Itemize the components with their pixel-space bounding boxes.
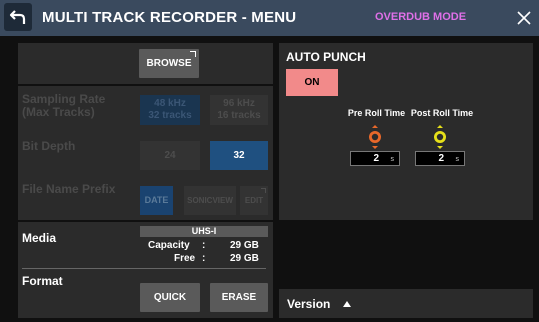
free-separator: : [202,253,206,264]
browse-button[interactable]: BROWSE [139,49,199,78]
prefix-sonicview-button[interactable]: SONICVIEW [184,186,236,215]
browse-button-label: BROWSE [146,58,192,69]
pre-roll-time-label: Pre Roll Time [347,108,406,118]
file-name-prefix-label: File Name Prefix [22,182,116,196]
post-roll-time-value-box: 2 s [415,151,465,166]
erase-format-button[interactable]: ERASE [210,283,268,312]
page-title: MULTI TRACK RECORDER - MENU [42,9,297,26]
capacity-label: Capacity [148,240,190,251]
free-value: 29 GB [230,253,259,264]
media-label: Media [22,231,57,245]
bit-depth-label: Bit Depth [22,139,76,153]
external-link-icon [261,188,266,193]
pre-roll-knob-icon[interactable] [367,125,383,149]
format-label: Format [22,274,63,288]
sampling-rate-label: Sampling Rate (Max Tracks) [22,92,106,119]
free-label: Free [174,253,196,264]
expand-up-arrow-icon [343,301,351,307]
browse-panel: BROWSE [18,43,273,84]
close-button[interactable] [510,3,538,33]
prefix-date-button[interactable]: DATE [140,186,173,215]
post-roll-knob-icon[interactable] [432,125,448,149]
post-roll-time-value: 2 [438,153,444,164]
version-panel[interactable]: Version [279,289,533,318]
post-roll-time-unit: s [455,156,460,163]
auto-punch-title: AUTO PUNCH [286,50,366,64]
post-roll-time-label: Post Roll Time [410,108,474,118]
pre-roll-time-unit: s [390,156,395,163]
prefix-edit-button[interactable]: EDIT [240,186,268,215]
overdub-mode-indicator: OVERDUB MODE [375,11,467,23]
sampling-rate-96k-button[interactable]: 96 kHz 16 tracks [210,95,268,125]
back-arrow-icon [9,10,26,24]
recording-settings-panel: Sampling Rate (Max Tracks) 48 kHz 32 tra… [18,86,273,220]
title-bar: MULTI TRACK RECORDER - MENU OVERDUB MODE [0,0,539,36]
auto-punch-on-button[interactable]: ON [286,69,338,96]
sampling-rate-48k-button[interactable]: 48 kHz 32 tracks [140,95,200,125]
close-icon [517,11,531,25]
pre-roll-time-value-box: 2 s [350,151,400,166]
auto-punch-panel: AUTO PUNCH ON Pre Roll Time Post Roll Ti… [279,43,533,220]
pre-roll-time-value: 2 [373,153,379,164]
bit-depth-24-button[interactable]: 24 [140,141,200,170]
back-button[interactable] [4,3,32,31]
media-card-name: UHS-I [140,226,268,237]
version-label: Version [287,297,331,311]
media-format-panel: Media UHS-I Capacity : 29 GB Free : 29 G… [18,222,273,318]
divider [22,268,266,269]
bit-depth-32-button[interactable]: 32 [210,141,268,170]
quick-format-button[interactable]: QUICK [140,283,200,312]
capacity-separator: : [202,240,206,251]
external-link-icon [190,51,196,57]
capacity-value: 29 GB [230,240,259,251]
